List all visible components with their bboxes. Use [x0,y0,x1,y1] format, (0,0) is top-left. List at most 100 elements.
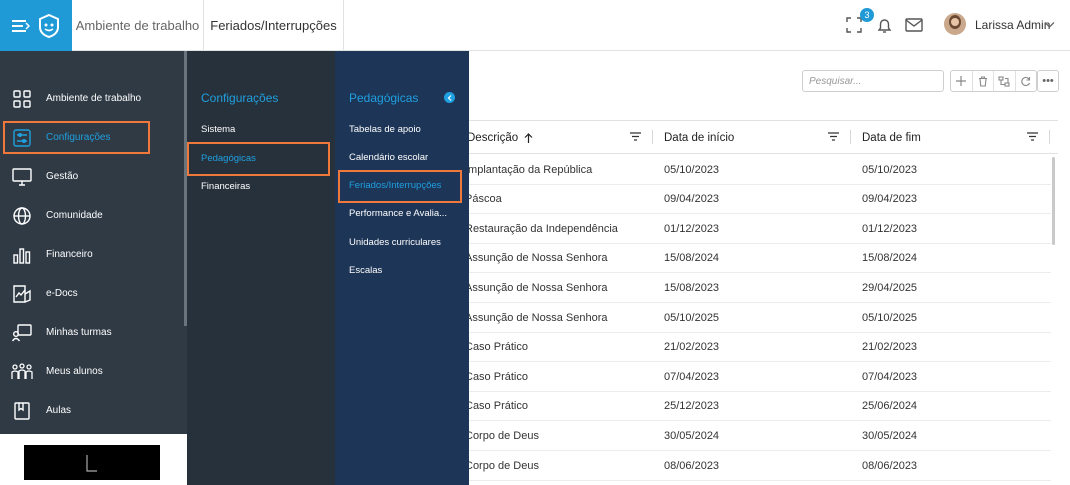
table-row[interactable]: Assunção de Nossa Senhora 15/08/2024 15/08… [458,244,1051,274]
chevron-down-icon[interactable] [1044,17,1055,35]
config-submenu [187,51,335,485]
sidebar-item-label: Minhas turmas [46,327,112,338]
submenu-item-tabelas-apoio[interactable]: Tabelas de apoio [349,124,421,135]
submenu-item-unidades[interactable]: Unidades curriculares [349,237,441,248]
monitor-icon [11,166,33,188]
sidebar-item-ambiente[interactable]: Ambiente de trabalho [0,79,184,118]
sidebar-item-aulas[interactable]: Aulas [0,391,184,430]
description-cell: Restauração da Independência [465,222,618,235]
sidebar-item-gestao[interactable]: Gestão [0,157,184,196]
start-date-cell: 08/06/2023 [664,459,720,472]
avatar[interactable] [944,13,966,35]
end-date-cell: 01/12/2023 [862,222,918,235]
submenu-item-escalas[interactable]: Escalas [349,265,382,276]
start-date-cell: 05/10/2025 [664,311,720,324]
sidebar-item-label: Meus alunos [46,366,103,377]
filter-icon[interactable] [630,132,641,144]
description-cell: Caso Prático [465,370,528,383]
highlight-feriados [338,170,462,203]
sidebar-item-minhas-turmas[interactable]: Minhas turmas [0,313,184,352]
column-header-end-date[interactable]: Data de fim [862,121,1055,154]
table-row[interactable]: Caso Prático 25/12/2023 25/06/2024 [458,392,1051,422]
filter-icon[interactable] [828,132,839,144]
mail-icon[interactable] [903,14,925,36]
holidays-table: Descrição Data de início Data de fim Imp… [458,120,1058,485]
end-date-cell: 29/04/2025 [862,281,918,294]
add-icon[interactable] [951,71,973,91]
end-date-cell: 05/10/2023 [862,163,918,176]
table-row[interactable]: Assunção de Nossa Senhora 05/10/2025 05/10… [458,303,1051,333]
start-date-cell: 21/02/2023 [664,341,720,354]
table-header: Descrição Data de início Data de fim [458,121,1058,154]
sidebar-item-label: Gestão [46,171,79,182]
end-date-cell: 25/06/2024 [862,400,918,413]
table-row[interactable]: Corpo de Deus 08/06/2023 08/06/2023 [458,451,1051,481]
more-options-icon[interactable]: ••• [1037,70,1059,92]
book-icon [11,400,33,422]
refresh-icon[interactable] [1016,71,1037,91]
main-sidebar: Ambiente de trabalho Configurações Gestã… [0,51,187,485]
description-cell: Assunção de Nossa Senhora [465,311,608,324]
column-separator[interactable] [652,130,653,144]
description-cell: Corpo de Deus [465,429,539,442]
table-row[interactable]: Caso Prático 21/02/2023 21/02/2023 [458,333,1051,363]
notification-badge: 3 [860,8,874,22]
menu-toggle-icon[interactable] [12,19,30,33]
breadcrumb-current[interactable]: Feriados/Interrupções [204,0,344,51]
filter-icon[interactable] [1027,132,1038,144]
description-cell: Assunção de Nossa Senhora [465,252,608,265]
sidebar-item-label: Aulas [46,405,72,416]
search-input[interactable]: Pesquisar... [802,70,944,92]
table-row[interactable]: Páscoa 09/04/2023 09/04/2023 [458,185,1051,215]
column-separator[interactable] [850,130,851,144]
start-date-cell: 25/12/2023 [664,400,720,413]
table-row[interactable]: Corpo de Deus 30/05/2024 30/05/2024 [458,421,1051,451]
column-label: Data de fim [862,131,921,144]
end-date-cell: 21/02/2023 [862,341,918,354]
app-logo-icon[interactable] [38,13,60,38]
table-row[interactable]: Restauração da Independência 01/12/2023 01… [458,214,1051,244]
column-separator[interactable] [1049,130,1050,144]
hierarchy-icon[interactable] [994,71,1016,91]
end-date-cell: 07/04/2023 [862,370,918,383]
column-label: Descrição [467,131,519,144]
table-row[interactable]: Implantação da República 05/10/2023 05/10/… [458,155,1051,185]
pedagogic-submenu-title: Pedagógicas [349,91,419,105]
sidebar-item-edocs[interactable]: e-Docs [0,274,184,313]
globe-icon [11,205,33,227]
chevron-left-icon[interactable] [444,92,455,103]
top-bar: Ambiente de trabalho Feriados/Interrupçõ… [0,0,1070,51]
classroom-icon [11,322,33,344]
institution-logo [24,445,160,480]
submenu-item-performance[interactable]: Performance e Avalia... [349,208,447,219]
description-cell: Caso Prático [465,400,528,413]
sidebar-item-meus-alunos[interactable]: Meus alunos [0,352,184,391]
user-name[interactable]: Larissa Admin [975,18,1050,32]
description-cell: Implantação da República [465,163,593,176]
table-row[interactable]: Assunção de Nossa Senhora 15/08/2023 29/04… [458,273,1051,303]
column-header-start-date[interactable]: Data de início [664,121,862,154]
sidebar-item-comunidade[interactable]: Comunidade [0,196,184,235]
table-row[interactable]: Caso Prático 07/04/2023 07/04/2023 [458,362,1051,392]
start-date-cell: 01/12/2023 [664,222,720,235]
document-chart-icon [11,283,33,305]
description-cell: Caso Prático [465,341,528,354]
students-icon [11,361,33,383]
column-header-description[interactable]: Descrição [467,121,657,154]
start-date-cell: 15/08/2023 [664,281,720,294]
submenu-item-financeiras[interactable]: Financeiras [201,181,250,192]
sidebar-item-label: Financeiro [46,249,93,260]
end-date-cell: 30/05/2024 [862,429,918,442]
submenu-item-calendario[interactable]: Calendário escolar [349,152,428,163]
start-date-cell: 05/10/2023 [664,163,720,176]
notification-bell-icon[interactable] [873,14,895,36]
sort-ascending-icon[interactable] [524,132,533,143]
submenu-item-sistema[interactable]: Sistema [201,124,235,135]
sidebar-item-financeiro[interactable]: Financeiro [0,235,184,274]
end-date-cell: 08/06/2023 [862,459,918,472]
table-scrollbar[interactable] [1052,157,1055,245]
end-date-cell: 15/08/2024 [862,252,918,265]
breadcrumb-home[interactable]: Ambiente de trabalho [72,0,204,51]
trash-icon[interactable] [973,71,994,91]
config-submenu-title: Configurações [201,91,279,105]
